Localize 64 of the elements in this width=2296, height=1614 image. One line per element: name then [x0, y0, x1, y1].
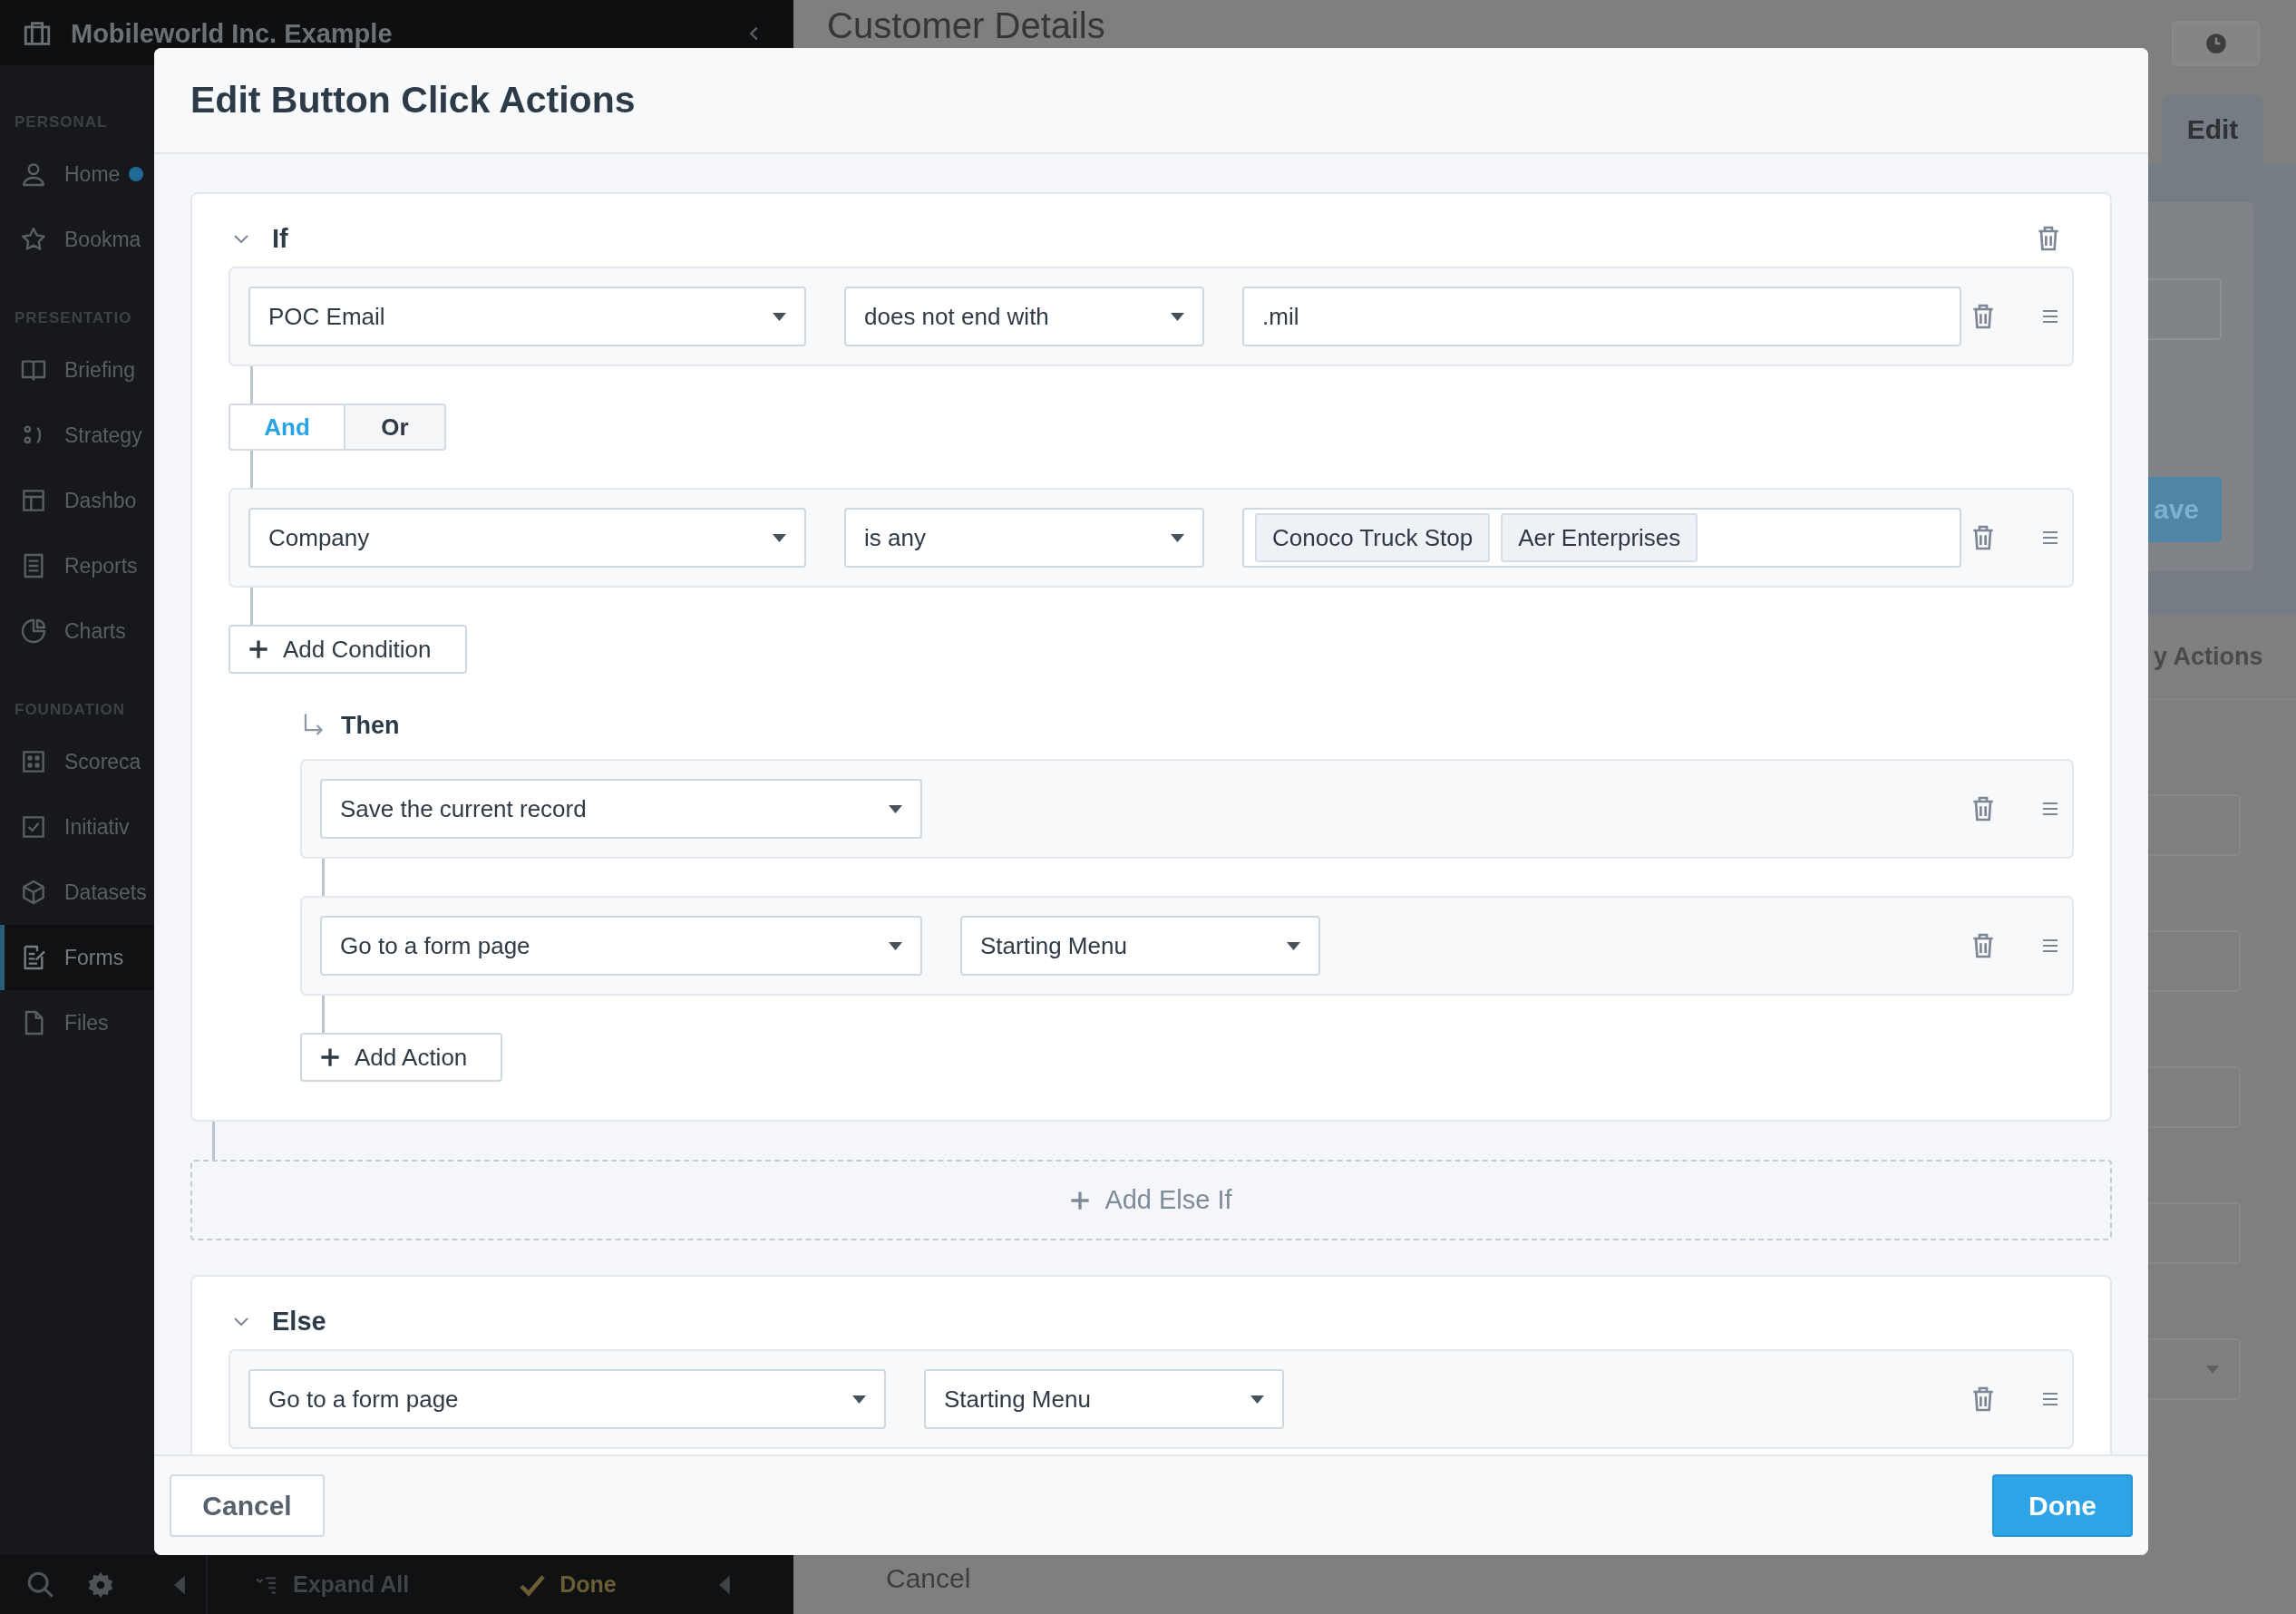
operator-dropdown[interactable]: is any	[844, 508, 1204, 568]
dialog-title: Edit Button Click Actions	[190, 79, 636, 122]
tag[interactable]: Conoco Truck Stop	[1255, 513, 1491, 562]
operator-dropdown[interactable]: does not end with	[844, 287, 1204, 346]
pie-chart-icon	[19, 617, 48, 646]
caret-icon	[889, 941, 902, 950]
drag-handle-icon[interactable]	[2043, 939, 2058, 952]
cancel-button[interactable]: Cancel	[170, 1474, 325, 1537]
drag-handle-icon[interactable]	[2043, 310, 2058, 323]
action-dropdown[interactable]: Save the current record	[320, 779, 922, 839]
drag-handle-icon[interactable]	[2043, 531, 2058, 544]
plus-icon	[320, 1047, 340, 1067]
caret-icon	[852, 1395, 866, 1404]
nav-item[interactable]: Scoreca	[0, 729, 154, 794]
field-dropdown[interactable]: POC Email	[248, 287, 806, 346]
caret-icon	[1250, 1395, 1264, 1404]
nav-item[interactable]: Bookma	[0, 207, 154, 272]
action-dropdown[interactable]: Go to a form page	[320, 916, 922, 976]
logic-toggle[interactable]: And	[229, 404, 345, 451]
org-name: Mobileworld Inc. Example	[71, 18, 393, 49]
caret-icon	[1171, 312, 1184, 321]
target-dropdown[interactable]: Starting Menu	[960, 916, 1320, 976]
caret-icon	[889, 804, 902, 813]
nav-item[interactable]: Briefing	[0, 337, 154, 403]
value-field[interactable]: .mil	[1242, 287, 1961, 346]
caret-icon	[1287, 941, 1300, 950]
tag-input[interactable]: Conoco Truck Stop Aer Enterprises	[1242, 508, 1961, 568]
nav-item[interactable]: Datasets	[0, 860, 154, 925]
plus-icon	[1070, 1190, 1091, 1210]
drag-handle-icon[interactable]	[2043, 1393, 2058, 1405]
triangle-left-icon[interactable]	[717, 1573, 731, 1596]
caret-icon	[773, 312, 786, 321]
done-button[interactable]: Done	[516, 1570, 617, 1599]
tab[interactable]: Edit	[2163, 95, 2262, 164]
add-condition-button[interactable]: Add Condition	[229, 625, 467, 674]
nav-item[interactable]: Initiativ	[0, 794, 154, 860]
nav-item[interactable]: Files	[0, 990, 154, 1055]
tag[interactable]: Aer Enterprises	[1501, 513, 1698, 562]
block-label: Else	[272, 1306, 326, 1337]
nav-item[interactable]: Forms	[0, 925, 154, 990]
caret-icon	[773, 533, 786, 542]
logic-toggle[interactable]: Or	[345, 404, 446, 451]
done-button[interactable]: Done	[1992, 1474, 2133, 1537]
target-dropdown[interactable]: Starting Menu	[924, 1369, 1284, 1429]
history-button[interactable]	[2172, 21, 2260, 66]
nav-item[interactable]: Home	[0, 141, 154, 207]
drag-handle-icon[interactable]	[2043, 802, 2058, 815]
field-dropdown[interactable]: Company	[248, 508, 806, 568]
nav-item[interactable]: Reports	[0, 533, 154, 598]
action-dropdown[interactable]: Go to a form page	[248, 1369, 886, 1429]
add-else-if-button[interactable]: Add Else If	[190, 1160, 2112, 1240]
nav-item[interactable]: Strategy	[0, 403, 154, 468]
block-label: If	[272, 223, 288, 254]
triangle-left-icon[interactable]	[173, 1573, 186, 1596]
add-action-button[interactable]: Add Action	[300, 1033, 502, 1082]
nav-item[interactable]: Dashbo	[0, 468, 154, 533]
plus-icon	[248, 639, 268, 659]
then-label: Then	[341, 711, 400, 740]
cancel-button[interactable]: Cancel	[886, 1554, 971, 1603]
caret-icon	[2206, 1365, 2219, 1374]
nav-item[interactable]: Charts	[0, 598, 154, 664]
clock-icon	[2204, 32, 2228, 55]
caret-icon	[1171, 533, 1184, 542]
page-title: Customer Details	[827, 5, 1106, 45]
